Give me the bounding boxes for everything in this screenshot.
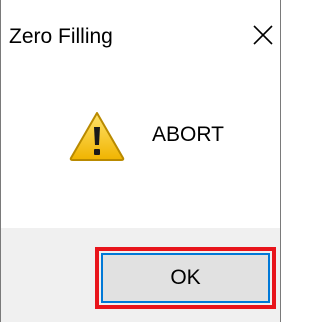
close-icon[interactable] <box>252 24 274 46</box>
title-bar: Zero Filling <box>1 0 280 86</box>
button-bar: OK <box>1 228 280 322</box>
dialog-title: Zero Filling <box>9 25 113 48</box>
dialog-message: ABORT <box>152 123 224 146</box>
warning-icon <box>69 112 125 161</box>
message-dialog: Zero Filling ABORT OK <box>0 0 281 322</box>
dialog-content: ABORT <box>1 86 280 228</box>
ok-button[interactable]: OK <box>101 253 270 303</box>
